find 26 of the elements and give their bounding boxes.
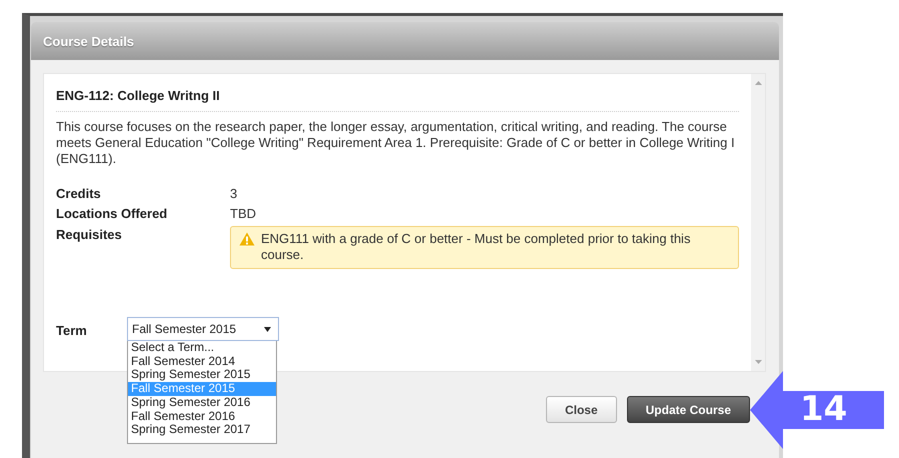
scrollbar[interactable] (751, 74, 765, 371)
callout-arrow-icon (750, 371, 884, 449)
term-option[interactable]: Fall Semester 2014 (128, 354, 276, 368)
term-option[interactable]: Spring Semester 2016 (128, 396, 276, 410)
term-option[interactable]: Select a Term... (128, 341, 276, 355)
step-number: 14 (800, 389, 848, 429)
warning-icon (239, 232, 255, 246)
scroll-up-icon[interactable] (754, 81, 762, 85)
detail-value: 3 (230, 186, 238, 201)
detail-value: TBD (230, 206, 257, 221)
course-description: This course focuses on the research paper, the longer essay, argumentation, critical writing, and reading. The course meets General Education "College Writing" Requirement Area 1. Prerequisite: Grade of C or better in College Writing I (ENG111). (56, 119, 736, 167)
dialog-title: Course Details (43, 34, 134, 48)
course-heading: ENG-112: College Writng II (56, 88, 739, 112)
detail-label: Requisites (56, 227, 123, 242)
detail-label: Locations Offered (56, 206, 168, 221)
detail-label: Credits (56, 186, 102, 201)
warning-text: ENG111 with a grade of C or better - Must be completed prior to taking this course. (261, 231, 692, 263)
term-option[interactable]: Spring Semester 2015 (128, 368, 276, 382)
term-option[interactable]: Fall Semester 2016 (128, 410, 276, 424)
scroll-down-icon[interactable] (754, 360, 762, 364)
update-course-button[interactable]: Update Course (626, 396, 750, 423)
term-select[interactable]: Fall Semester 2015 (127, 317, 279, 341)
close-button[interactable]: Close (546, 396, 617, 423)
caret-icon (264, 326, 271, 332)
term-option[interactable]: Spring Semester 2017 (128, 423, 276, 437)
term-label: Term (56, 323, 88, 340)
